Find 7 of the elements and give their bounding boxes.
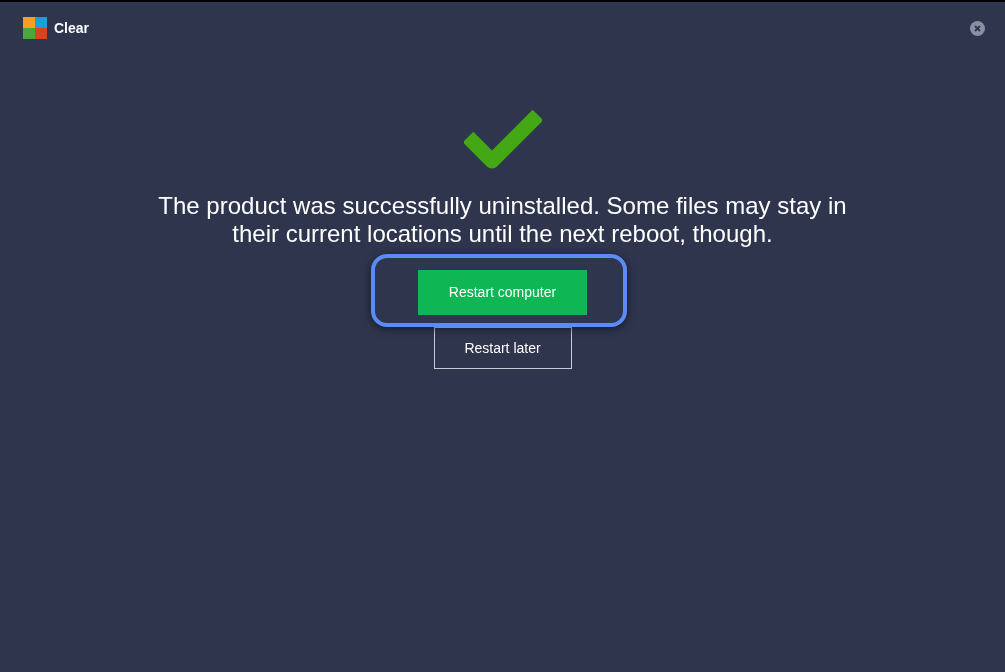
check-icon	[463, 107, 542, 169]
window-title: Clear	[54, 18, 90, 38]
later-button[interactable]: Restart later	[433, 327, 572, 369]
logo-icon	[23, 17, 47, 39]
close-button[interactable]	[970, 20, 985, 36]
close-icon	[974, 24, 981, 32]
status-message: The product was successfully uninstalled. Some files may stay in their current locations until the next reboot, though.	[157, 192, 848, 248]
